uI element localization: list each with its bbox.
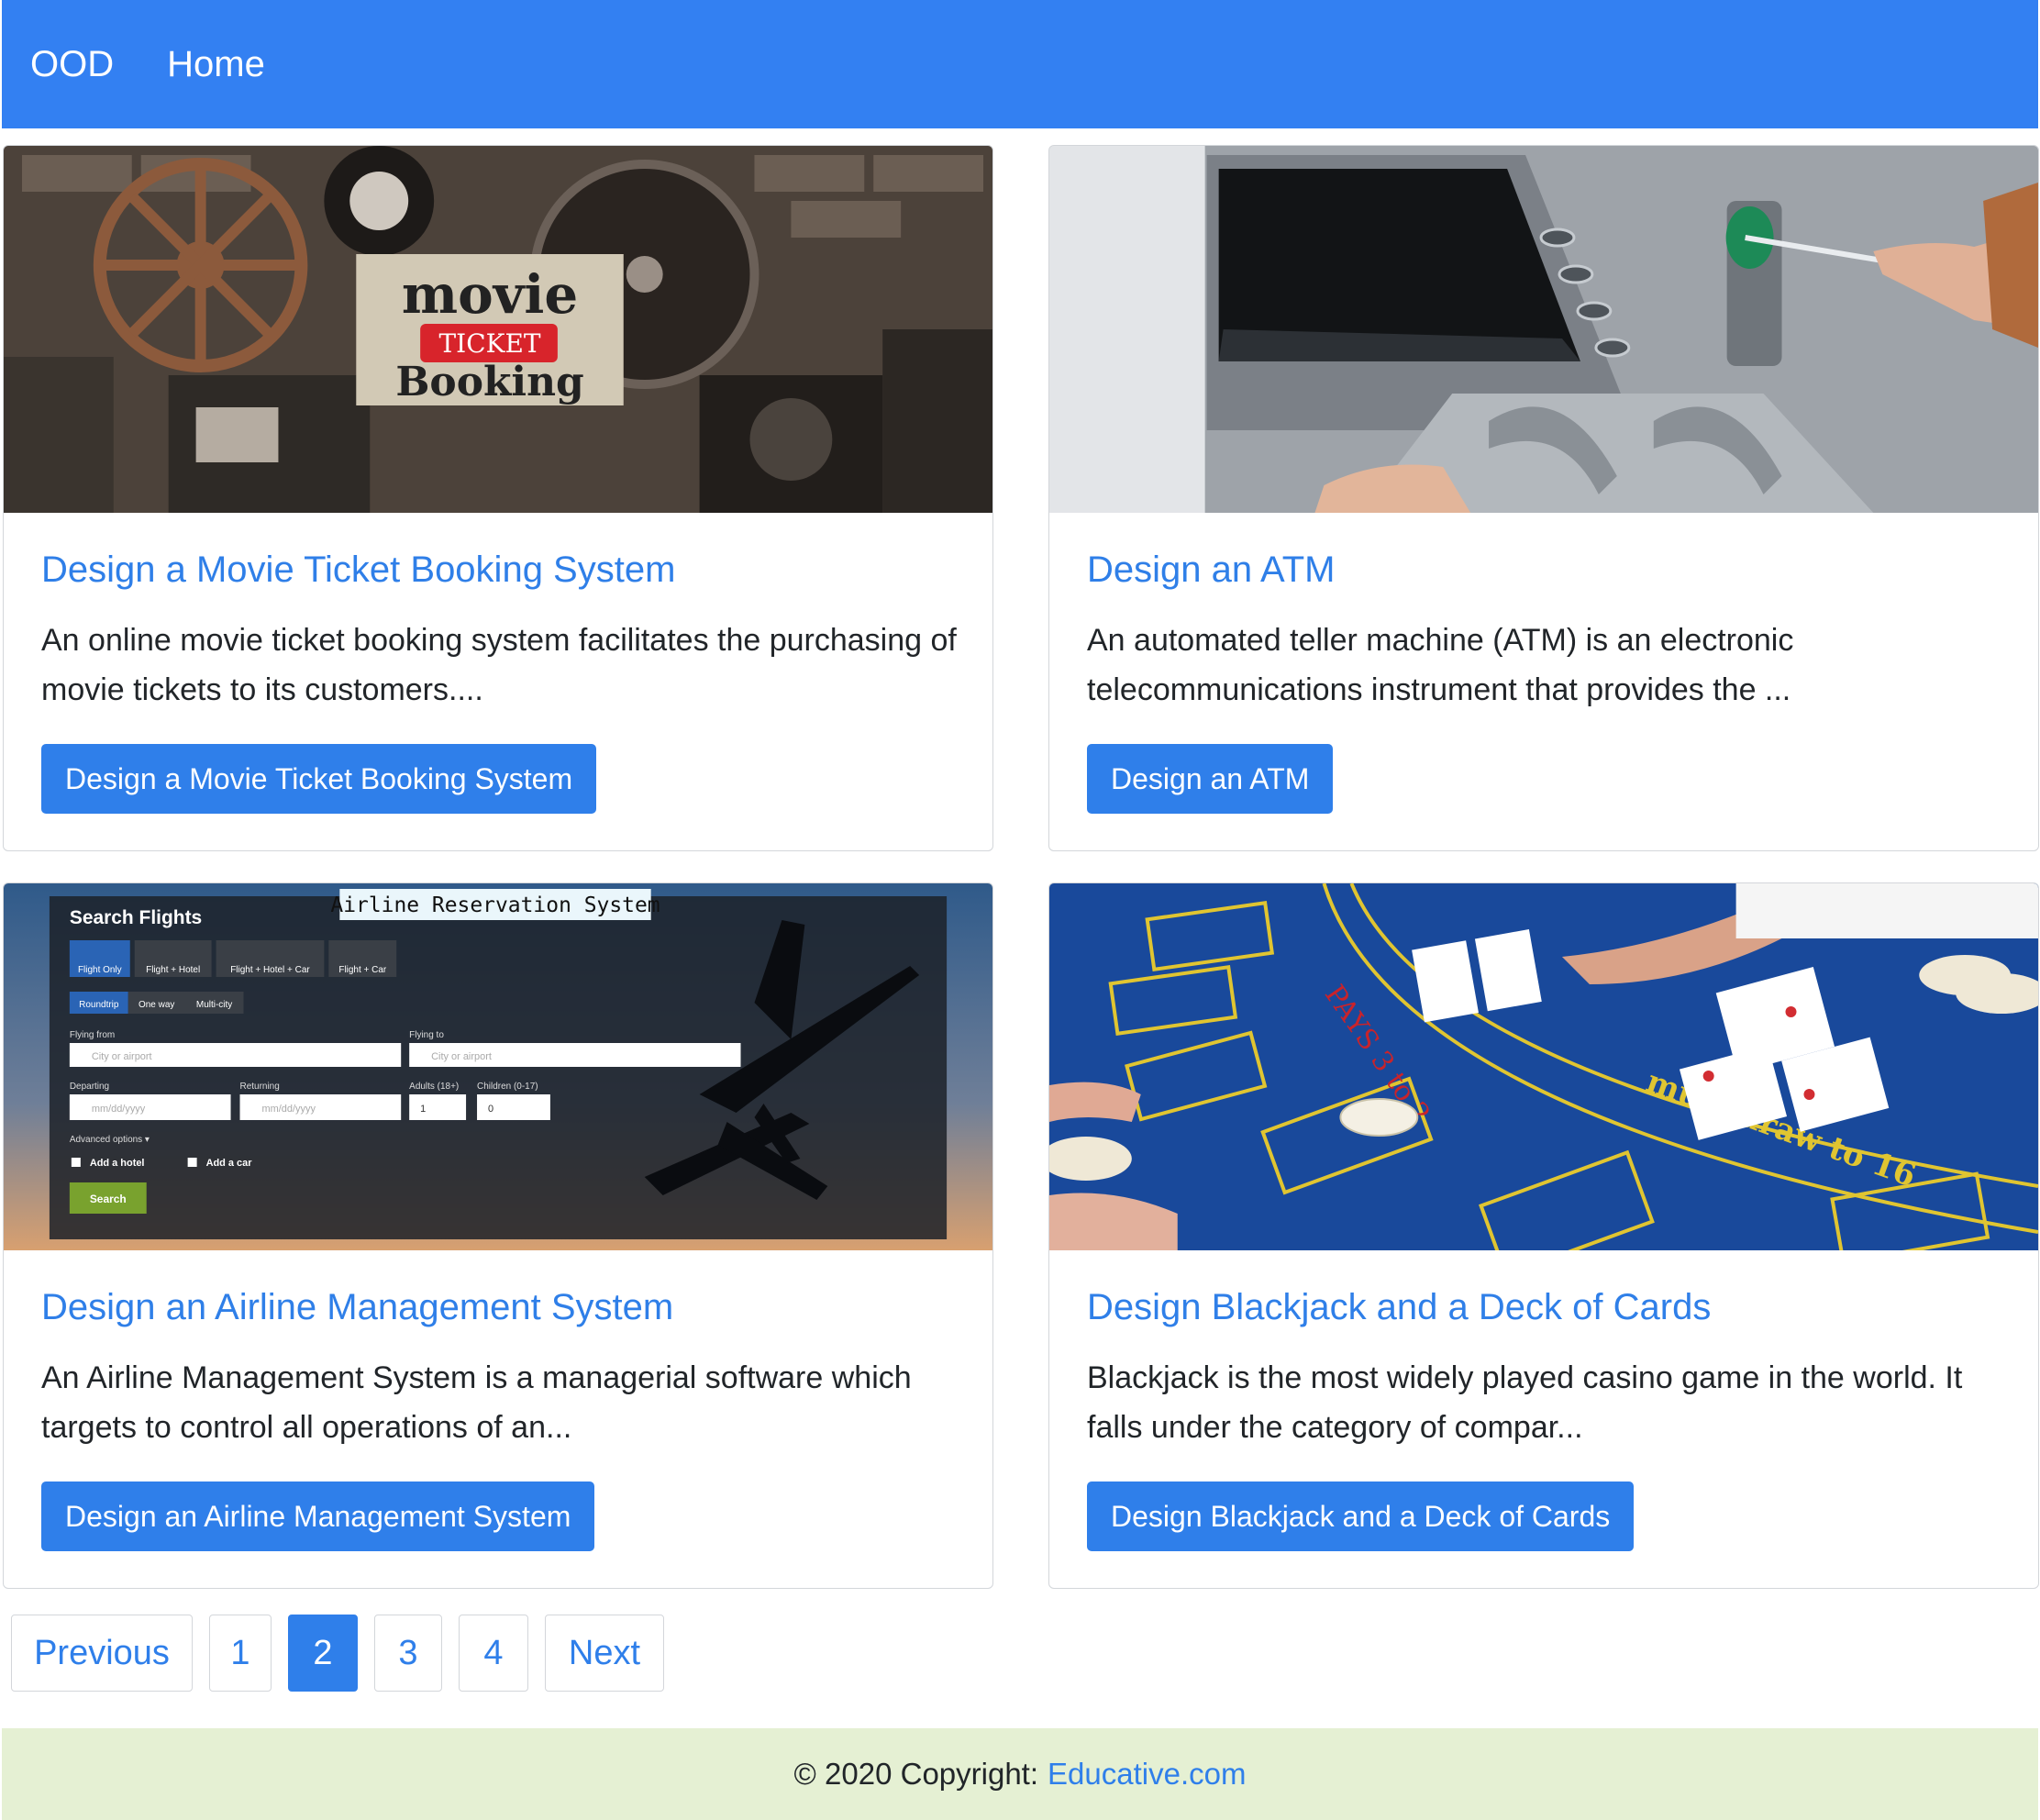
footer-link-educative[interactable]: Educative.com: [1048, 1757, 1246, 1792]
navbar: OOD Home: [2, 0, 2038, 128]
airline-roundtrip: Roundtrip: [79, 1000, 119, 1010]
card-airline: Airline Reservation System Search Flight…: [3, 882, 993, 1589]
airline-flying-to: Flying to: [409, 1030, 444, 1040]
card-text-blackjack: Blackjack is the most widely played casi…: [1087, 1360, 1963, 1445]
airline-advanced: Advanced options ▾: [70, 1135, 150, 1145]
pagination-page-1[interactable]: 1: [209, 1615, 272, 1692]
airline-returning: Returning: [240, 1082, 280, 1092]
card-text-movie-ticket: An online movie ticket booking system fa…: [41, 623, 957, 707]
airline-banner: Airline Reservation System: [330, 893, 660, 917]
pagination-page-3[interactable]: 3: [374, 1615, 442, 1692]
airline-multicity: Multi-city: [196, 1000, 232, 1010]
airline-return-placeholder: mm/dd/yyyy: [261, 1104, 316, 1115]
card-title-blackjack[interactable]: Design Blackjack and a Deck of Cards: [1087, 1284, 1711, 1330]
airline-tab-1: Flight Only: [78, 965, 122, 975]
card-button-blackjack[interactable]: Design Blackjack and a Deck of Cards: [1087, 1482, 1635, 1551]
pagination-page-4[interactable]: 4: [459, 1615, 528, 1692]
airline-depart-placeholder: mm/dd/yyyy: [92, 1104, 146, 1115]
airline-adults-value: 1: [420, 1104, 426, 1115]
footer: © 2020 Copyright: Educative.com: [2, 1728, 2038, 1820]
card-title-airline[interactable]: Design an Airline Management System: [41, 1284, 673, 1330]
airline-tab-4: Flight + Car: [338, 965, 387, 975]
airline-to-placeholder: City or airport: [431, 1051, 492, 1062]
card-button-atm[interactable]: Design an ATM: [1087, 744, 1334, 814]
airline-oneway: One way: [139, 1000, 174, 1010]
atm-image: [1049, 146, 2038, 513]
airline-children-value: 0: [488, 1104, 493, 1115]
airline-image: Airline Reservation System Search Flight…: [4, 883, 992, 1250]
airline-heading: Search Flights: [70, 907, 202, 928]
card-button-movie-ticket[interactable]: Design a Movie Ticket Booking System: [41, 744, 597, 814]
card-title-atm[interactable]: Design an ATM: [1087, 547, 1336, 593]
airline-tab-2: Flight + Hotel: [146, 965, 200, 975]
card-atm: Design an ATM An automated teller machin…: [1048, 145, 2039, 851]
airline-flying-from: Flying from: [70, 1030, 115, 1040]
airline-adults: Adults (18+): [409, 1082, 459, 1092]
footer-copyright: © 2020 Copyright:: [793, 1757, 1039, 1791]
airline-search: Search: [90, 1193, 127, 1205]
card-movie-ticket: movie TICKET Booking Design a Movie Tick…: [3, 145, 993, 851]
airline-from-placeholder: City or airport: [92, 1051, 152, 1062]
pagination-next[interactable]: Next: [545, 1615, 664, 1692]
movie-image-line1: movie: [402, 263, 578, 326]
card-text-airline: An Airline Management System is a manage…: [41, 1360, 912, 1445]
airline-departing: Departing: [70, 1082, 109, 1092]
nav-link-home[interactable]: Home: [167, 46, 265, 83]
airline-add-hotel: Add a hotel: [90, 1158, 145, 1169]
movie-ticket-image: movie TICKET Booking: [4, 146, 992, 513]
airline-tab-3: Flight + Hotel + Car: [230, 965, 310, 975]
navbar-brand[interactable]: OOD: [30, 46, 114, 83]
airline-add-car: Add a car: [206, 1158, 253, 1169]
pagination-page-2[interactable]: 2: [288, 1615, 358, 1692]
pagination-previous[interactable]: Previous: [11, 1615, 193, 1692]
card-title-movie-ticket[interactable]: Design a Movie Ticket Booking System: [41, 547, 675, 593]
card-blackjack: PAYS 3 to 2 must draw to 16 Design Black…: [1048, 882, 2039, 1589]
card-text-atm: An automated teller machine (ATM) is an …: [1087, 623, 1794, 707]
movie-image-line3: Booking: [395, 359, 583, 405]
airline-children: Children (0-17): [477, 1082, 538, 1092]
blackjack-image: PAYS 3 to 2 must draw to 16: [1049, 883, 2038, 1250]
card-button-airline[interactable]: Design an Airline Management System: [41, 1482, 595, 1551]
movie-image-line2: TICKET: [439, 328, 541, 359]
